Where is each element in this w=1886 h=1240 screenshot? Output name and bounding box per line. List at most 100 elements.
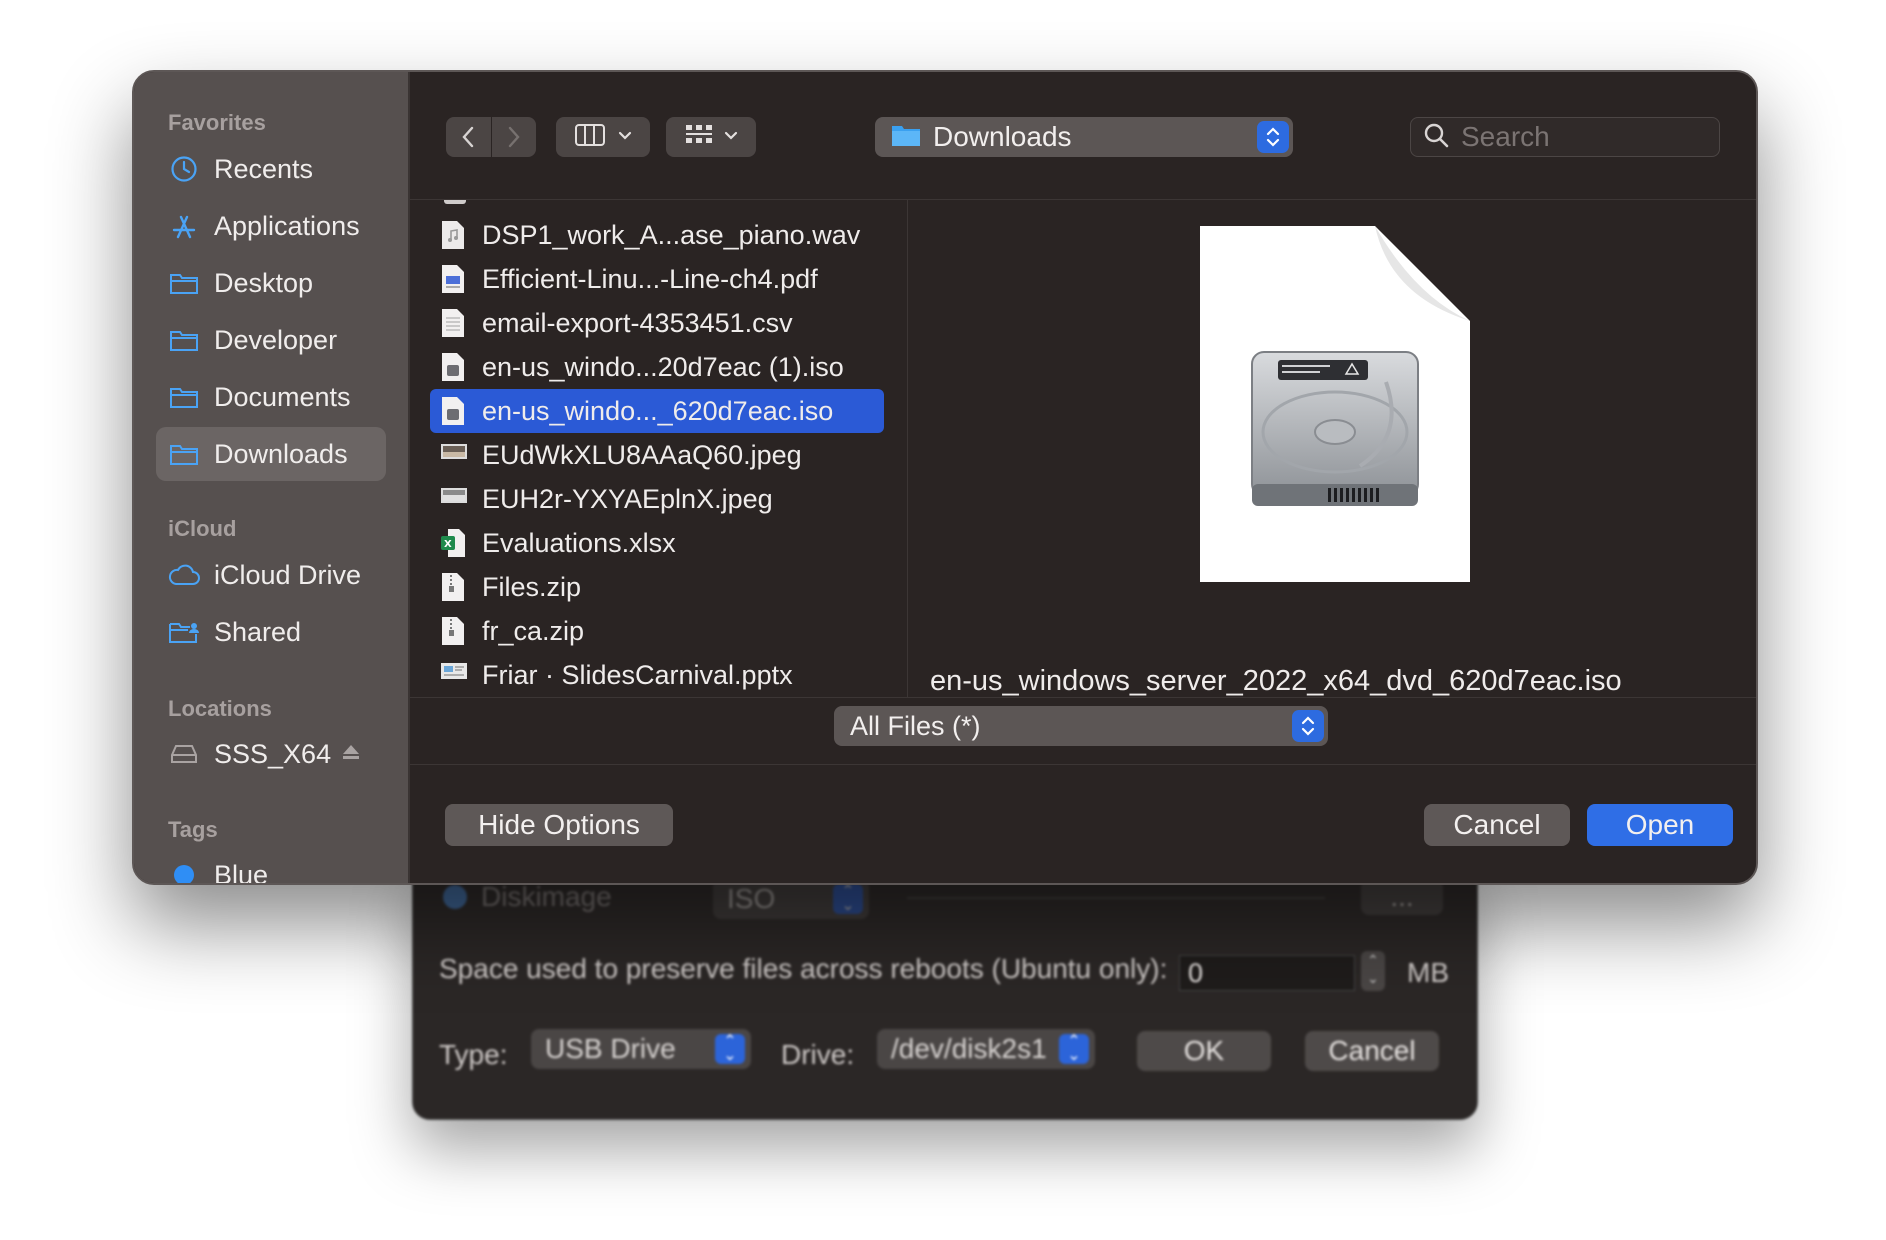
filter-divider	[410, 697, 1756, 698]
sidebar-item-shared[interactable]: Shared	[156, 605, 386, 659]
file-name: email-export-4353451.csv	[482, 307, 793, 338]
sidebar-item-sss-x64[interactable]: SSS_X64	[156, 727, 386, 781]
columns-view-icon	[574, 123, 606, 152]
cancel-button[interactable]: Cancel	[1424, 804, 1570, 846]
sidebar-item-label: Applications	[214, 210, 360, 241]
search-input[interactable]	[1459, 120, 1703, 154]
file-row[interactable]: Efficient-Linu...-Line-ch4.pdf	[430, 257, 884, 301]
file-list[interactable]: DSP1_work_A...ase_piano.wav Efficient-Li…	[410, 200, 908, 697]
sidebar-item-label: Documents	[214, 381, 351, 412]
grid-group-icon	[684, 123, 714, 152]
file-row-selected[interactable]: en-us_windo..._620d7eac.iso	[430, 389, 884, 433]
file-row[interactable]: email-export-4353451.csv	[430, 301, 884, 345]
file-row[interactable]: fr_ca.zip	[430, 609, 884, 653]
file-row[interactable]: Files.zip	[430, 565, 884, 609]
file-name: en-us_windo..._620d7eac.iso	[482, 395, 834, 426]
sidebar-item-label: Developer	[214, 324, 338, 355]
file-name: fr_ca.zip	[482, 615, 585, 646]
forward-icon[interactable]	[491, 125, 536, 149]
hide-options-button[interactable]: Hide Options	[445, 804, 673, 846]
sidebar: Favorites Recents Applications Desktop D…	[134, 72, 410, 883]
disk-image-file-icon	[440, 352, 466, 382]
sidebar-item-developer[interactable]: Developer	[156, 313, 386, 367]
partial-file-icon	[444, 200, 466, 204]
sidebar-item-icloud-drive[interactable]: iCloud Drive	[156, 548, 386, 602]
file-name: EUdWkXLU8AAaQ60.jpeg	[482, 439, 802, 470]
diskimage-path-field[interactable]	[907, 897, 1325, 899]
file-name: Efficient-Linu...-Line-ch4.pdf	[482, 263, 818, 294]
file-row[interactable]: en-us_windo...20d7eac (1).iso	[430, 345, 884, 389]
disk-image-file-icon	[440, 396, 466, 426]
group-button[interactable]	[666, 117, 756, 157]
file-name: DSP1_work_A...ase_piano.wav	[482, 219, 861, 250]
file-type-filter-popup[interactable]: All Files (*)	[834, 706, 1328, 746]
sidebar-item-documents[interactable]: Documents	[156, 370, 386, 424]
sidebar-item-label: Shared	[214, 616, 302, 647]
eject-icon[interactable]	[341, 742, 361, 767]
image-file-icon	[440, 440, 467, 470]
audio-file-icon	[440, 220, 466, 250]
bottom-divider	[410, 764, 1756, 765]
zip-file-icon	[440, 616, 466, 646]
stepper-icon	[1292, 710, 1324, 742]
preview-pane: en-us_windows_server_2022_x64_dvd_620d7e…	[908, 200, 1756, 697]
search-field[interactable]	[1410, 117, 1720, 157]
type-value: USB Drive	[545, 1033, 676, 1064]
sidebar-item-label: SSS_X64	[214, 738, 332, 769]
pdf-file-icon	[440, 264, 466, 294]
ok-button[interactable]: OK	[1137, 1031, 1271, 1071]
sidebar-item-tag-blue[interactable]: Blue	[156, 848, 386, 885]
bg-cancel-button[interactable]: Cancel	[1305, 1031, 1439, 1071]
sidebar-item-label: Blue	[214, 859, 269, 885]
view-mode-button[interactable]	[556, 117, 650, 157]
tags-header: Tags	[168, 817, 218, 842]
file-row[interactable]: EUH2r-YXYAEplnX.jpeg	[430, 477, 884, 521]
stepper-icon: ⌃ ⌄	[833, 884, 863, 914]
folder-icon	[168, 324, 200, 356]
back-icon[interactable]	[446, 125, 491, 149]
type-select[interactable]: USB Drive ⌃ ⌄	[531, 1029, 751, 1069]
presentation-file-icon	[440, 660, 467, 690]
type-label: Type:	[439, 1039, 508, 1070]
preview-filename: en-us_windows_server_2022_x64_dvd_620d7e…	[930, 665, 1622, 697]
sidebar-item-downloads[interactable]: Downloads	[156, 427, 386, 481]
diskimage-row: Diskimage	[443, 881, 612, 913]
csv-file-icon	[440, 308, 466, 338]
sidebar-item-applications[interactable]: Applications	[156, 199, 386, 253]
drive-icon	[168, 738, 200, 770]
folder-icon	[168, 267, 200, 299]
search-icon	[1423, 122, 1449, 153]
locations-header: Locations	[168, 696, 272, 721]
file-row[interactable]: EUdWkXLU8AAaQ60.jpeg	[430, 433, 884, 477]
chevron-down-icon	[724, 128, 738, 146]
file-row[interactable]: Friar · SlidesCarnival.pptx	[430, 653, 884, 697]
persist-size-input[interactable]: 0	[1179, 955, 1355, 991]
sidebar-item-label: Recents	[214, 153, 314, 184]
stepper-icon: ⌃ ⌄	[1059, 1034, 1089, 1064]
stepper-icon: ⌃ ⌄	[715, 1034, 745, 1064]
persist-stepper[interactable]: ⌃ ⌄	[1361, 951, 1385, 991]
folder-icon	[168, 381, 200, 413]
persist-unit: MB	[1407, 957, 1449, 988]
sidebar-item-recents[interactable]: Recents	[156, 142, 386, 196]
nav-buttons	[446, 117, 536, 157]
diskimage-format-select[interactable]: ISO ⌃ ⌄	[713, 879, 869, 919]
open-file-dialog: Favorites Recents Applications Desktop D…	[132, 70, 1758, 885]
file-row[interactable]: X Evaluations.xlsx	[430, 521, 884, 565]
folder-icon	[168, 438, 200, 470]
drive-select[interactable]: /dev/disk2s1 ⌃ ⌄	[877, 1029, 1095, 1069]
diskimage-format-value: ISO	[727, 883, 776, 914]
zip-file-icon	[440, 572, 466, 602]
sidebar-item-desktop[interactable]: Desktop	[156, 256, 386, 310]
sidebar-item-label: Downloads	[214, 438, 348, 469]
drive-value: /dev/disk2s1	[891, 1033, 1047, 1064]
sidebar-item-label: iCloud Drive	[214, 559, 362, 590]
file-row[interactable]: DSP1_work_A...ase_piano.wav	[430, 213, 884, 257]
location-popup-label: Downloads	[933, 121, 1072, 152]
diskimage-radio[interactable]	[443, 885, 467, 909]
open-button[interactable]: Open	[1587, 804, 1733, 846]
location-popup[interactable]: Downloads	[875, 117, 1293, 157]
persist-label: Space used to preserve files across rebo…	[439, 953, 1168, 984]
file-name: EUH2r-YXYAEplnX.jpeg	[482, 483, 773, 514]
disk-image-document-icon	[1200, 226, 1470, 587]
